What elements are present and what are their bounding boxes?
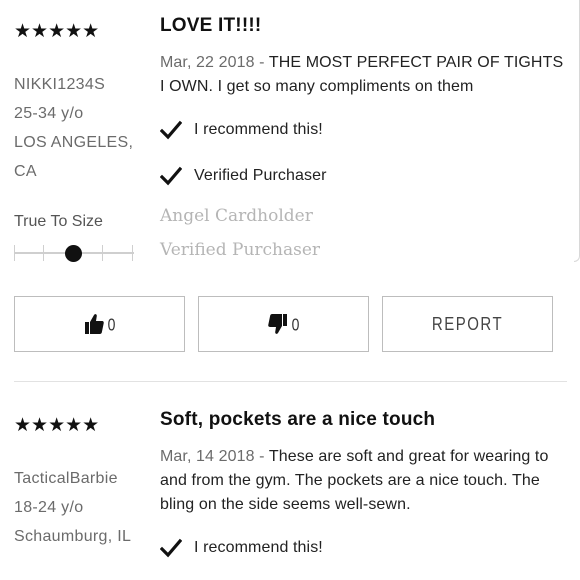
reviewer-info: TacticalBarbie 18-24 y/o Schaumburg, IL: [14, 464, 139, 551]
recommend-label: I recommend this!: [194, 121, 323, 138]
unhelpful-count: 0: [291, 314, 300, 334]
review-date-separator: -: [254, 54, 269, 71]
report-label: REPORT: [431, 313, 504, 335]
check-icon: [160, 120, 182, 140]
verified-label: Verified Purchaser: [194, 167, 327, 184]
reviewer-location: Schaumburg, IL: [14, 528, 132, 545]
recommend-label: I recommend this!: [194, 539, 323, 556]
fit-slider: [14, 245, 134, 262]
review-date: Mar, 14 2018: [160, 448, 255, 465]
unhelpful-button[interactable]: 0: [198, 296, 369, 352]
review-divider: [14, 381, 567, 382]
review-body: Mar, 14 2018 - These are soft and great …: [160, 445, 570, 517]
fit-slider-tick: [102, 245, 103, 261]
star-rating: ★★★★★: [14, 414, 100, 436]
fit-slider-tick: [132, 245, 133, 261]
fit-slider-tick: [14, 245, 15, 261]
review-title: LOVE IT!!!!: [160, 15, 262, 36]
thumbs-down-icon: [267, 314, 287, 334]
review-title: Soft, pockets are a nice touch: [160, 409, 436, 430]
reviewer-age: 25-34 y/o: [14, 105, 84, 122]
reviewer-username: NIKKI1234S: [14, 76, 106, 93]
star-rating: ★★★★★: [14, 20, 100, 42]
review-body: Mar, 22 2018 - THE MOST PERFECT PAIR OF …: [160, 51, 570, 99]
fit-label: True To Size: [14, 213, 103, 230]
review-date: Mar, 22 2018: [160, 54, 255, 71]
fit-slider-knob: [64, 245, 82, 262]
fit-slider-tick: [43, 245, 44, 261]
report-button[interactable]: REPORT: [382, 296, 553, 352]
thumbs-up-icon: [84, 314, 104, 334]
check-icon: [160, 166, 182, 186]
helpful-count: 0: [107, 314, 116, 334]
recommend-row: I recommend this!: [160, 120, 323, 140]
badge-program: Angel Cardholder: [160, 206, 313, 226]
check-icon: [160, 538, 182, 558]
badge-verified: Verified Purchaser: [160, 240, 321, 260]
reviewer-info: NIKKI1234S 25-34 y/o LOS ANGELES, CA: [14, 70, 139, 186]
review-date-separator: -: [254, 448, 269, 465]
helpful-button[interactable]: 0: [14, 296, 185, 352]
reviewer-location: LOS ANGELES, CA: [14, 134, 134, 180]
scrollbar-edge: [574, 0, 580, 262]
reviewer-age: 18-24 y/o: [14, 499, 84, 516]
verified-row: Verified Purchaser: [160, 166, 327, 186]
reviewer-username: TacticalBarbie: [14, 470, 118, 487]
recommend-row: I recommend this!: [160, 538, 323, 558]
